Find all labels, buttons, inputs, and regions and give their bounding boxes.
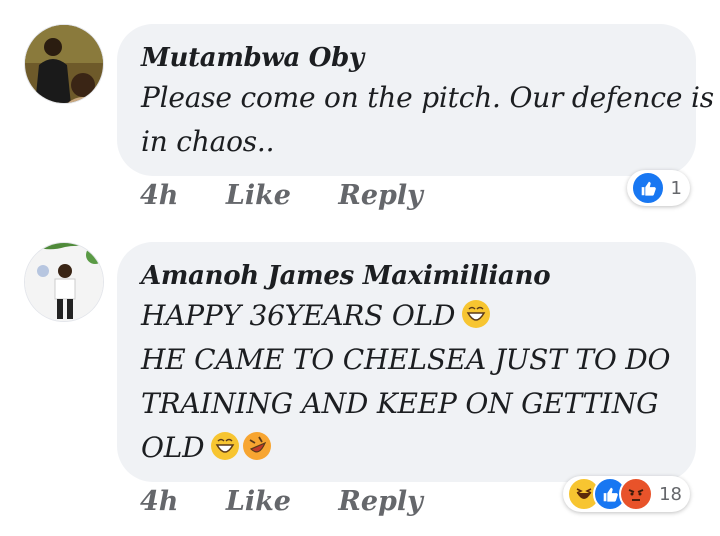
comment-text-line: in chaos.. <box>141 125 275 158</box>
comment-text: Please come on the pitch. Our defence is… <box>141 76 714 164</box>
reaction-summary[interactable]: 1 <box>626 170 690 206</box>
grinning-sweat-emoji-icon <box>462 300 491 328</box>
like-button[interactable]: Like <box>226 180 291 211</box>
comment-text-segment: HAPPY 36YEARS OLD <box>141 299 456 332</box>
comment-actions: 4h Like Reply <box>140 180 461 211</box>
comment-timestamp[interactable]: 4h <box>140 486 178 517</box>
comment-bubble: Amanoh James Maximilliano HAPPY 36YEARS … <box>117 242 696 482</box>
comment-actions: 4h Like Reply <box>140 486 461 517</box>
reaction-count: 18 <box>659 483 682 505</box>
rofl-emoji-icon <box>243 432 272 460</box>
avatar[interactable] <box>24 24 104 104</box>
comment-text-line: HE CAME TO CHELSEA JUST TO DO <box>141 343 671 376</box>
reply-button[interactable]: Reply <box>338 486 422 517</box>
angry-icon <box>619 477 654 511</box>
like-button[interactable]: Like <box>226 486 291 517</box>
avatar[interactable] <box>24 242 104 322</box>
grinning-sweat-emoji-icon <box>211 432 240 460</box>
comment-author[interactable]: Amanoh James Maximilliano <box>141 258 672 294</box>
reaction-count: 1 <box>670 177 682 199</box>
comment-author[interactable]: Mutambwa Oby <box>141 40 672 76</box>
like-icon <box>630 171 665 205</box>
comment-text-line: OLD <box>141 426 672 470</box>
comment-text-line: TRAINING AND KEEP ON GETTING <box>141 387 659 420</box>
comment-text: HAPPY 36YEARS OLD HE CAME TO CHELSEA JUS… <box>141 294 672 470</box>
comment-text-line: Please come on the pitch. Our defence is <box>141 81 714 114</box>
comment-bubble: Mutambwa Oby Please come on the pitch. O… <box>117 24 714 176</box>
reply-button[interactable]: Reply <box>338 180 422 211</box>
comment-text-segment: OLD <box>141 431 205 464</box>
comment-text-line: HAPPY 36YEARS OLD <box>141 294 672 338</box>
reaction-summary[interactable]: 18 <box>563 476 690 512</box>
comment-timestamp[interactable]: 4h <box>140 180 178 211</box>
